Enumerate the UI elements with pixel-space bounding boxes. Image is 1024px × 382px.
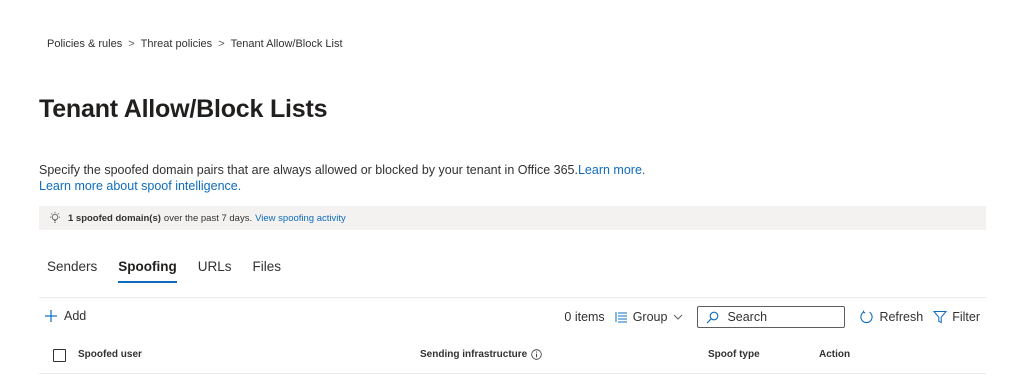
view-spoofing-activity-link[interactable]: View spoofing activity bbox=[255, 213, 346, 224]
search-input[interactable] bbox=[725, 309, 840, 325]
learn-more-spoof-intelligence-link[interactable]: Learn more about spoof intelligence. bbox=[39, 179, 241, 193]
infobar-text: over the past 7 days. bbox=[163, 212, 253, 224]
tab-list: Senders Spoofing URLs Files bbox=[47, 259, 302, 285]
page: Policies & rules > Threat policies > Ten… bbox=[0, 0, 1024, 382]
group-button[interactable]: Group bbox=[615, 310, 689, 324]
tab-files[interactable]: Files bbox=[253, 259, 282, 285]
table-header: Spoofed user Sending infrastructure Spoo… bbox=[39, 343, 986, 373]
breadcrumb-policies-rules[interactable]: Policies & rules bbox=[47, 38, 122, 50]
tab-senders[interactable]: Senders bbox=[47, 259, 97, 285]
refresh-button-label: Refresh bbox=[879, 310, 924, 324]
chevron-down-icon bbox=[674, 314, 683, 320]
filter-button-label: Filter bbox=[952, 310, 980, 324]
search-box[interactable] bbox=[697, 306, 846, 328]
column-header-label: Action bbox=[819, 349, 851, 360]
breadcrumb-separator: > bbox=[218, 38, 225, 50]
breadcrumb-tenant-allow-block-list[interactable]: Tenant Allow/Block List bbox=[231, 38, 343, 50]
breadcrumb-separator: > bbox=[128, 38, 135, 50]
search-icon bbox=[707, 311, 719, 323]
description-text: Specify the spoofed domain pairs that ar… bbox=[39, 163, 578, 177]
column-header-label: Sending infrastructure bbox=[420, 349, 528, 360]
group-list-icon bbox=[615, 312, 627, 323]
tab-spoofing[interactable]: Spoofing bbox=[118, 259, 178, 285]
spoofing-info-bar: 1 spoofed domain(s) over the past 7 days… bbox=[39, 206, 986, 230]
item-count: 0 items bbox=[564, 310, 605, 324]
learn-more-link[interactable]: Learn more. bbox=[578, 163, 645, 177]
breadcrumb-threat-policies[interactable]: Threat policies bbox=[141, 38, 213, 50]
column-header-label: Spoofed user bbox=[78, 349, 142, 360]
refresh-icon bbox=[860, 310, 874, 323]
column-header-label: Spoof type bbox=[708, 349, 760, 360]
tabs-divider bbox=[39, 297, 986, 298]
command-bar-right: 0 items Group Search Refresh Filter bbox=[564, 306, 980, 328]
column-header-spoof-type[interactable]: Spoof type bbox=[708, 349, 760, 360]
refresh-button[interactable]: Refresh bbox=[859, 310, 923, 325]
group-button-label: Group bbox=[632, 310, 668, 324]
filter-icon bbox=[933, 311, 948, 324]
column-header-spoofed-user[interactable]: Spoofed user bbox=[78, 349, 142, 360]
filter-button[interactable]: Filter bbox=[933, 310, 980, 324]
column-header-sending-infrastructure[interactable]: Sending infrastructure bbox=[420, 349, 542, 360]
table-header-divider bbox=[39, 373, 986, 374]
lightbulb-icon bbox=[49, 211, 61, 223]
add-button-label: Add bbox=[64, 309, 87, 323]
breadcrumb: Policies & rules > Threat policies > Ten… bbox=[47, 38, 343, 50]
plus-icon bbox=[45, 310, 57, 322]
add-button[interactable]: Add bbox=[44, 309, 86, 323]
page-description: Specify the spoofed domain pairs that ar… bbox=[39, 162, 939, 194]
select-all-checkbox[interactable] bbox=[53, 349, 66, 362]
page-title: Tenant Allow/Block Lists bbox=[39, 95, 328, 123]
spoofed-domain-count: 1 spoofed domain(s) bbox=[68, 212, 161, 224]
info-icon[interactable] bbox=[531, 349, 542, 360]
column-header-action[interactable]: Action bbox=[819, 349, 850, 360]
tab-urls[interactable]: URLs bbox=[198, 259, 232, 285]
